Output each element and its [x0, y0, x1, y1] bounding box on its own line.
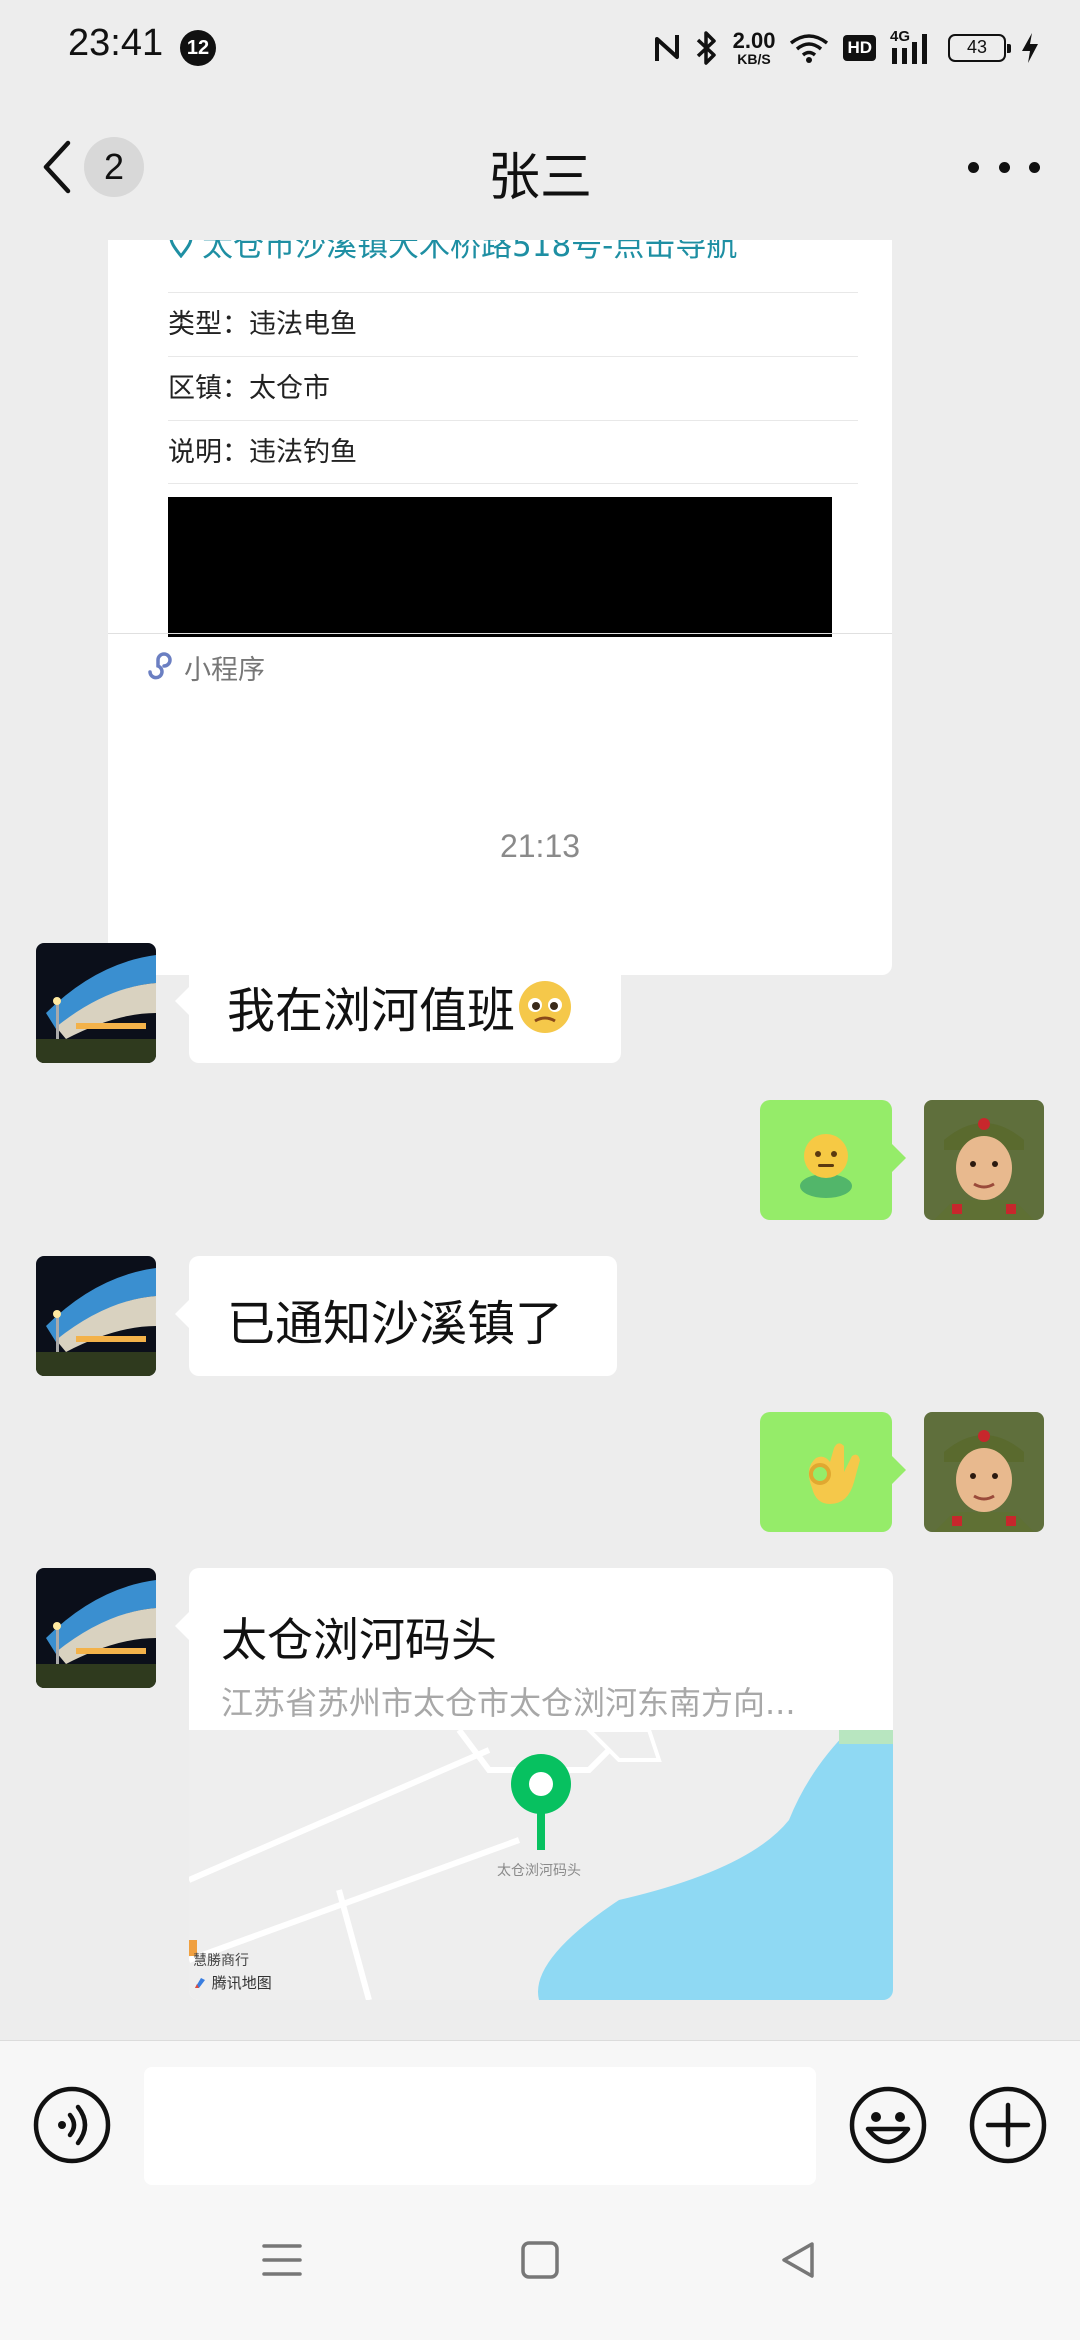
nav-recents-button[interactable]: [252, 2230, 312, 2290]
voice-icon: [33, 2086, 111, 2164]
location-title: 太仓浏河码头: [221, 1613, 497, 1667]
dot-icon: [998, 161, 1010, 173]
battery-indicator: 43: [948, 34, 1011, 62]
status-time: 23:41: [68, 22, 164, 64]
location-map[interactable]: 太仓浏河码头 慧勝商行 腾讯地图: [189, 1730, 893, 2000]
message-input-bar: [0, 2040, 1080, 2185]
message-text: 我在浏河值班: [227, 971, 573, 1041]
system-navigation-bar: [0, 2185, 1080, 2340]
row-value: 太仓市: [249, 373, 330, 404]
menu-lines-icon: [262, 2244, 302, 2276]
message-bubble[interactable]: 已通知沙溪镇了: [175, 1256, 617, 1376]
plus-icon: [969, 2086, 1047, 2164]
emoji-button[interactable]: [848, 2085, 928, 2165]
contact-avatar[interactable]: [36, 1256, 156, 1376]
charging-icon: [1022, 33, 1038, 63]
row-value: 违法电鱼: [249, 309, 357, 340]
bridge-night-photo: [36, 943, 156, 1063]
soldier-portrait-photo: [924, 1412, 1044, 1532]
location-card[interactable]: 太仓浏河码头 江苏省苏州市太仓市太仓浏河东南方向... 太仓浏河码头 慧勝商行 …: [189, 1568, 893, 2000]
network-speed: 2.00 KB/S: [732, 28, 776, 67]
row-label: 区镇：: [168, 373, 249, 404]
bridge-night-photo: [36, 1256, 156, 1376]
mini-program-address: 太仓市沙溪镇大木桥路518号-点击导航: [202, 240, 738, 264]
hd-badge: HD: [843, 35, 876, 61]
contact-avatar[interactable]: [36, 1568, 156, 1688]
mini-program-footer: 小程序: [108, 633, 892, 694]
status-icons: 2.00 KB/S HD 4G 43: [653, 24, 1040, 72]
map-attribution: 腾讯地图: [193, 1972, 272, 1993]
status-bar: 23:41 12 2.00 KB/S HD 4G 43: [0, 0, 1080, 95]
notification-count-badge: 12: [180, 30, 216, 66]
more-functions-button[interactable]: [968, 2085, 1048, 2165]
soldier-portrait-photo: [924, 1100, 1044, 1220]
self-avatar[interactable]: [924, 1412, 1044, 1532]
row-value: 违法钓鱼: [249, 437, 357, 468]
woozy-face-emoji: [519, 981, 572, 1033]
location-pin-outline-icon: [169, 240, 193, 259]
mini-program-row: 说明：违法钓鱼: [168, 420, 858, 484]
mini-program-icon: [148, 652, 172, 680]
nav-home-button[interactable]: [510, 2230, 570, 2290]
voice-input-button[interactable]: [32, 2085, 112, 2165]
network-speed-unit: KB/S: [737, 51, 771, 67]
back-triangle-icon: [782, 2242, 814, 2278]
dot-icon: [968, 161, 979, 173]
map-brand: 腾讯地图: [211, 1974, 272, 1992]
message-text-input[interactable]: [144, 2067, 816, 2185]
row-label: 类型：: [168, 309, 249, 340]
nav-back-button[interactable]: [768, 2230, 828, 2290]
chat-title: 张三: [487, 148, 592, 208]
bridge-night-photo: [36, 1568, 156, 1688]
emoji-icon: [849, 2086, 927, 2164]
network-speed-value: 2.00: [732, 28, 776, 53]
mini-program-address-link[interactable]: 太仓市沙溪镇大木桥路518号-点击导航: [168, 240, 737, 265]
bluetooth-icon: [696, 31, 716, 65]
message-text-content: 我在浏河值班: [227, 983, 516, 1039]
yellow-figure-sticker-icon: [800, 1134, 852, 1198]
sticker-bubble[interactable]: [760, 1100, 906, 1220]
more-options-button[interactable]: [968, 145, 1040, 189]
redacted-image: [168, 497, 832, 637]
location-address: 江苏省苏州市太仓市太仓浏河东南方向...: [221, 1684, 796, 1722]
mini-program-row: 类型：违法电鱼: [168, 292, 858, 356]
row-label: 说明：: [168, 437, 249, 468]
ok-hand-emoji-icon: [808, 1443, 860, 1504]
message-bubble[interactable]: 我在浏河值班: [175, 943, 621, 1063]
bubble-tail: [175, 1612, 189, 1640]
chat-message-list[interactable]: 太仓市沙溪镇大木桥路518号-点击导航 类型：违法电鱼 区镇：太仓市 说明：违法…: [0, 240, 1080, 2040]
message-timestamp: 21:13: [499, 828, 581, 864]
chat-header: 2 张三: [0, 95, 1080, 240]
home-square-icon: [521, 2241, 559, 2279]
sticker-bubble[interactable]: [760, 1412, 906, 1532]
location-pin-icon: [511, 1754, 571, 1850]
map-poi-label: 慧勝商行: [193, 1953, 249, 1969]
mini-program-label: 小程序: [184, 655, 265, 686]
signal-bars-icon: [892, 34, 927, 64]
contact-avatar[interactable]: [36, 943, 156, 1063]
self-avatar[interactable]: [924, 1100, 1044, 1220]
dot-icon: [1029, 161, 1040, 173]
mini-program-row: 区镇：太仓市: [168, 356, 858, 420]
message-text: 已通知沙溪镇了: [227, 1296, 564, 1352]
wifi-icon: [790, 34, 829, 63]
nfc-icon: [654, 35, 679, 61]
map-pin-label: 太仓浏河码头: [497, 1863, 581, 1879]
cellular-signal: 4G: [890, 28, 934, 66]
tencent-map-logo-icon: [195, 1978, 205, 1988]
